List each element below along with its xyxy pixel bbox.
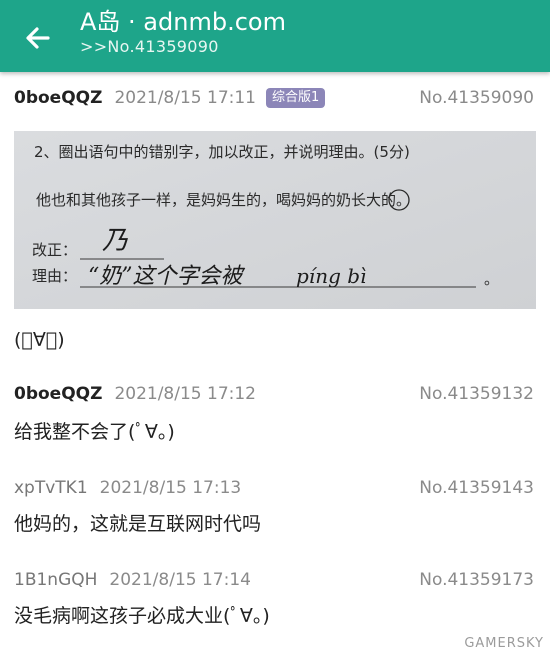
post-meta: xpTvTK1 2021/8/15 17:13 No.41359143 xyxy=(14,476,536,500)
correction-label: 改正： xyxy=(32,241,77,259)
post-number[interactable]: No.41359173 xyxy=(419,568,534,592)
list-item[interactable]: 0boeQQZ 2021/8/15 17:12 No.41359132 给我整不会… xyxy=(0,368,550,463)
post-number[interactable]: No.41359132 xyxy=(419,382,534,406)
post-content: 他妈的，这就是互联网时代吗 xyxy=(14,513,262,535)
post-content: 给我整不会了(ﾟ∀。) xyxy=(14,421,175,443)
post-image[interactable]: 2、圈出语句中的错别字，加以改正，并说明理由。(5分) 他也和其他孩子一样，是妈… xyxy=(14,131,536,309)
post-content: 没毛病啊这孩子必成大业(ﾟ∀。) xyxy=(14,605,270,627)
page-title: A岛 · adnmb.com xyxy=(80,8,286,36)
post-meta: 0boeQQZ 2021/8/15 17:11 综合版1 No.41359090 xyxy=(14,86,536,110)
period-mark: 。 xyxy=(484,270,499,288)
post-time: 2021/8/15 17:13 xyxy=(99,478,242,498)
post-content: (ﾟ∀。) xyxy=(14,329,65,351)
user-id: 1B1nGQH xyxy=(14,570,98,590)
thread-number: >>No.41359090 xyxy=(80,37,219,56)
handwriting-pinyin: píng bì xyxy=(296,264,366,288)
forum-badge[interactable]: 综合版1 xyxy=(266,88,326,108)
list-item[interactable]: xpTvTK1 2021/8/15 17:13 No.41359143 他妈的，这… xyxy=(0,462,550,555)
post-number[interactable]: No.41359090 xyxy=(419,86,534,110)
site-watermark: GAMERSKY xyxy=(464,636,544,651)
user-id: xpTvTK1 xyxy=(14,478,88,498)
user-id: 0boeQQZ xyxy=(14,384,103,404)
handwriting-reason: “奶”这个字会被 xyxy=(88,264,245,289)
homework-photo: 2、圈出语句中的错别字，加以改正，并说明理由。(5分) 他也和其他孩子一样，是妈… xyxy=(14,131,536,309)
post-time: 2021/8/15 17:11 xyxy=(114,88,256,108)
handwriting-correction: 乃 xyxy=(102,226,128,256)
user-id: 0boeQQZ xyxy=(14,88,103,108)
post-time: 2021/8/15 17:12 xyxy=(114,384,256,404)
app-bar: A岛 · adnmb.com >>No.41359090 xyxy=(0,0,550,72)
reason-label: 理由： xyxy=(32,267,77,285)
sentence-text: 他也和其他孩子一样，是妈妈生的，喝妈妈的奶长大的。 xyxy=(36,191,411,209)
list-item[interactable]: 1B1nGQH 2021/8/15 17:14 No.41359173 没毛病啊这… xyxy=(0,554,550,655)
post-number[interactable]: No.41359143 xyxy=(419,476,534,500)
post-meta: 0boeQQZ 2021/8/15 17:12 No.41359132 xyxy=(14,382,536,406)
question-text: 2、圈出语句中的错别字，加以改正，并说明理由。(5分) xyxy=(34,143,410,161)
back-button[interactable] xyxy=(18,18,58,58)
post-time: 2021/8/15 17:14 xyxy=(109,570,251,590)
arrow-back-icon xyxy=(26,27,50,49)
post-meta: 1B1nGQH 2021/8/15 17:14 No.41359173 xyxy=(14,568,536,592)
